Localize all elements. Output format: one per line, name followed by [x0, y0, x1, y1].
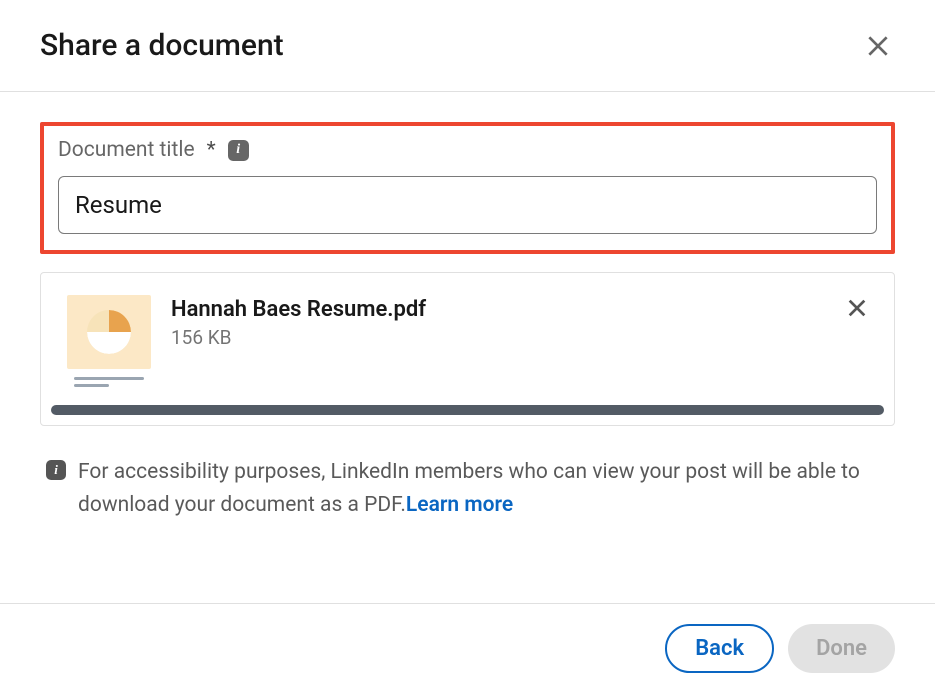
info-icon[interactable]: i: [228, 140, 249, 161]
required-indicator: *: [207, 138, 216, 162]
title-label: Document title: [58, 138, 195, 162]
uploaded-file-card: Hannah Baes Resume.pdf 156 KB: [40, 272, 895, 426]
title-field-highlight: Document title * i: [40, 122, 895, 254]
document-title-input[interactable]: [58, 176, 877, 234]
remove-icon: [846, 297, 868, 319]
file-thumbnail: [65, 295, 153, 387]
file-row: Hannah Baes Resume.pdf 156 KB: [41, 273, 894, 405]
back-button[interactable]: Back: [665, 624, 774, 673]
learn-more-link[interactable]: Learn more: [406, 493, 513, 517]
remove-file-button[interactable]: [844, 295, 870, 324]
accessibility-note: i For accessibility purposes, LinkedIn m…: [40, 456, 895, 521]
note-text: For accessibility purposes, LinkedIn mem…: [78, 456, 889, 521]
share-document-modal: Share a document Document title * i: [0, 0, 935, 697]
modal-footer: Back Done: [0, 603, 935, 697]
file-name: Hannah Baes Resume.pdf: [171, 297, 826, 322]
modal-content: Document title * i Hannah Baes R: [0, 92, 935, 603]
done-button[interactable]: Done: [788, 624, 895, 673]
file-info: Hannah Baes Resume.pdf 156 KB: [171, 295, 826, 349]
modal-title: Share a document: [40, 28, 284, 63]
file-size: 156 KB: [171, 326, 826, 349]
upload-progress-bar: [51, 405, 884, 415]
info-icon: i: [46, 460, 66, 480]
title-label-row: Document title * i: [58, 138, 877, 162]
close-icon: [865, 33, 891, 59]
modal-header: Share a document: [0, 0, 935, 92]
close-button[interactable]: [861, 29, 895, 63]
